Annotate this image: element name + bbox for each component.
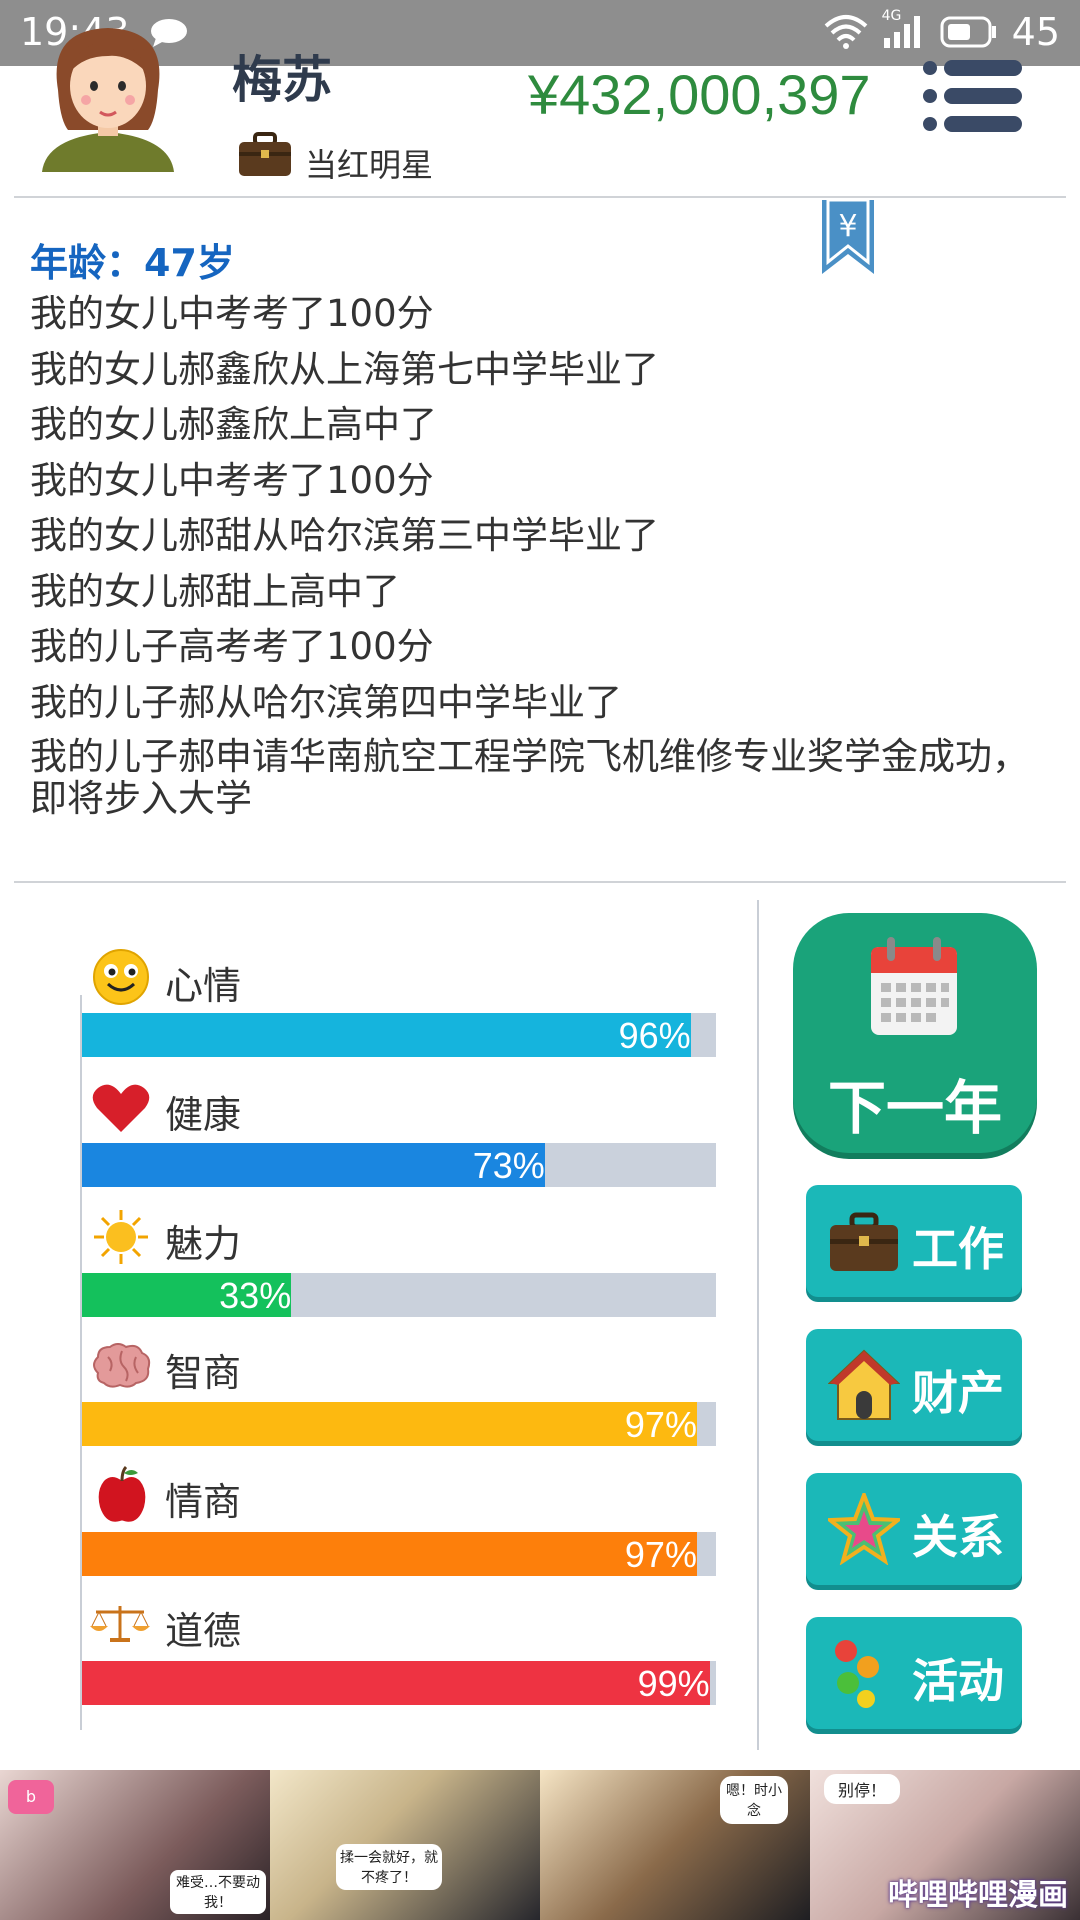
speech-bubble: 别停！ [824, 1774, 900, 1804]
activities-label: 活动 [912, 1654, 1004, 1708]
menu-icon[interactable] [922, 58, 1024, 134]
brain-icon [93, 1343, 151, 1388]
briefcase-icon [239, 132, 291, 176]
work-label: 工作 [912, 1222, 1004, 1276]
stat-label-charm: 魅力 [165, 1222, 242, 1266]
signal-icon: 4G [882, 8, 926, 50]
event-log: 我的女儿中考考了100分 我的女儿郝鑫欣从上海第七中学毕业了 我的女儿郝鑫欣上高… [30, 286, 1040, 820]
stat-value-iq: 97% [624, 1404, 697, 1445]
ad-caption: 哔哩哔哩漫画 [888, 1878, 1068, 1913]
log-entry: 我的女儿郝甜从哈尔滨第三中学毕业了 [30, 514, 659, 557]
age-label: 年龄：47岁 [30, 241, 235, 285]
header-divider [14, 196, 1066, 198]
house-icon [828, 1349, 900, 1420]
activities-button[interactable]: 活动 [806, 1617, 1022, 1729]
stat-label-mood: 心情 [165, 964, 242, 1008]
stat-fill-mood: 96% [82, 1013, 691, 1057]
stats-axis [80, 995, 82, 1730]
stat-fill-eq: 97% [82, 1532, 697, 1576]
stat-fill-iq: 97% [82, 1402, 697, 1446]
stat-bar-eq: 97% [82, 1532, 716, 1576]
log-entry: 我的女儿中考考了100分 [30, 458, 434, 502]
apple-icon [98, 1465, 146, 1522]
heart-icon [92, 1084, 150, 1132]
battery-icon [940, 16, 996, 48]
money-balance: ¥432,000,397 [528, 63, 871, 126]
sun-icon [94, 1210, 148, 1264]
stat-fill-health: 73% [82, 1143, 545, 1187]
stat-value-morality: 99% [637, 1663, 710, 1704]
log-entry: 我的女儿郝甜上高中了 [30, 569, 400, 613]
stat-bar-iq: 97% [82, 1402, 716, 1446]
stat-value-charm: 33% [219, 1275, 292, 1316]
stat-value-eq: 97% [624, 1534, 697, 1575]
log-entry: 我的儿子郝申请华南航空工程学院飞机维修专业奖学金成功，即将步入大学 [30, 735, 1029, 820]
bilibili-logo-icon: b [8, 1780, 54, 1814]
next-year-button[interactable]: 下一年 [793, 913, 1037, 1153]
stat-bar-morality: 99% [82, 1661, 716, 1705]
stat-label-health: 健康 [165, 1093, 242, 1137]
briefcase-icon [830, 1212, 898, 1271]
speech-bubble: 嗯！时小念 [720, 1776, 788, 1824]
relations-button[interactable]: 关系 [806, 1473, 1022, 1585]
scales-icon [90, 1606, 150, 1642]
ad-panel: 揉一会就好，就不疼了！ [270, 1770, 540, 1920]
stat-bar-charm: 33% [82, 1273, 716, 1317]
speech-bubble: 揉一会就好，就不疼了！ [336, 1844, 442, 1890]
svg-text:¥: ¥ [838, 209, 857, 244]
log-entry: 我的儿子郝从哈尔滨第四中学毕业了 [30, 680, 622, 724]
ad-banner[interactable]: b 难受…不要动我！ 揉一会就好，就不疼了！ 嗯！时小念 别停！ 哔哩哔哩漫画 [0, 1770, 1080, 1920]
star-icon [828, 1493, 900, 1565]
stat-fill-morality: 99% [82, 1661, 710, 1705]
battery-level: 45 [1011, 10, 1060, 54]
ad-panel: 嗯！时小念 [540, 1770, 810, 1920]
stat-value-health: 73% [472, 1145, 545, 1186]
assets-label: 财产 [912, 1366, 1004, 1420]
job-title: 当红明星 [305, 146, 434, 184]
speech-bubble: 难受…不要动我！ [170, 1870, 266, 1914]
stat-bar-health: 73% [82, 1143, 716, 1187]
log-divider [14, 881, 1066, 883]
activity-dots-icon [835, 1640, 879, 1708]
stat-label-iq: 智商 [165, 1351, 242, 1395]
wifi-icon [824, 15, 867, 49]
avatar[interactable] [38, 20, 178, 176]
log-entry: 我的女儿郝鑫欣从上海第七中学毕业了 [30, 347, 659, 391]
stat-label-morality: 道德 [165, 1609, 242, 1653]
stat-fill-charm: 33% [82, 1273, 292, 1317]
work-button[interactable]: 工作 [806, 1185, 1022, 1297]
log-entry: 我的女儿中考考了100分 [30, 292, 434, 335]
assets-button[interactable]: 财产 [806, 1329, 1022, 1441]
character-name: 梅苏 [232, 51, 332, 109]
next-year-label: 下一年 [827, 1074, 1002, 1142]
status-icons: 4G 45 [824, 8, 1060, 54]
stat-label-eq: 情商 [165, 1480, 242, 1524]
stat-value-mood: 96% [618, 1015, 691, 1056]
panel-separator [757, 900, 759, 1750]
smiley-icon [93, 949, 149, 1005]
money-bookmark-icon[interactable]: ¥ [820, 200, 876, 276]
ad-panel: b 难受…不要动我！ [0, 1770, 270, 1920]
relations-label: 关系 [912, 1510, 1004, 1564]
calendar-icon [871, 937, 957, 1035]
log-entry: 我的儿子高考考了100分 [30, 625, 434, 668]
stat-bar-mood: 96% [82, 1013, 716, 1057]
log-entry: 我的女儿郝鑫欣上高中了 [30, 403, 437, 446]
